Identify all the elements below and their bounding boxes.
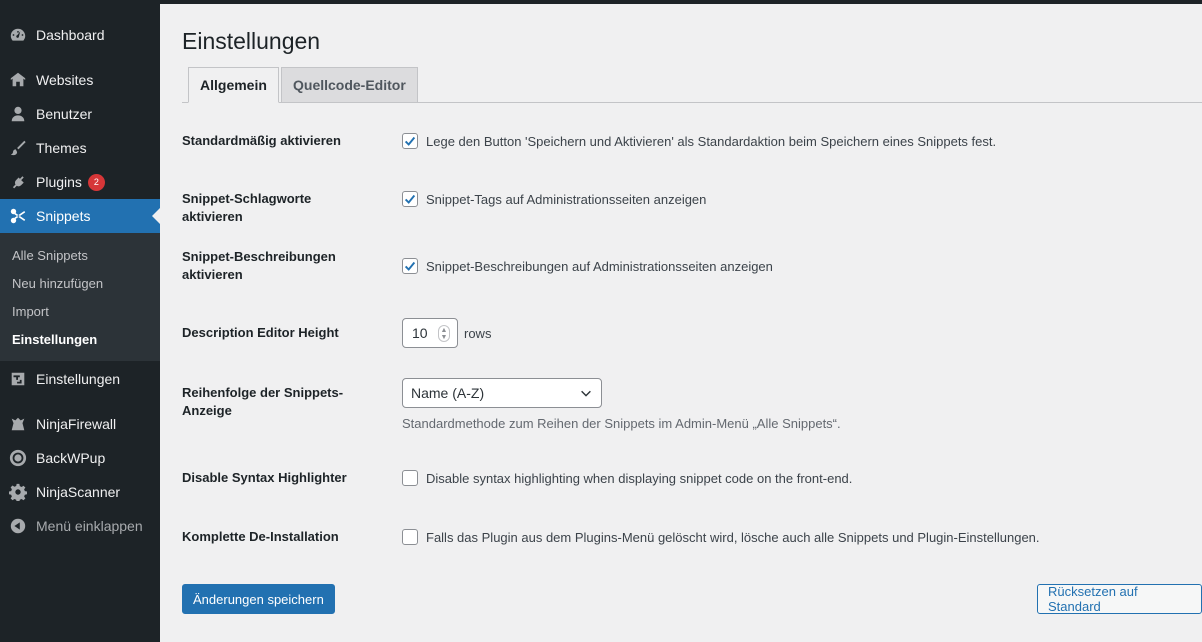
dashboard-icon bbox=[0, 26, 36, 44]
sidebar-item-label: Benutzer bbox=[36, 106, 93, 122]
sidebar-item-label: BackWPup bbox=[36, 450, 106, 466]
collapse-icon bbox=[0, 517, 36, 535]
sidebar-item-label: Plugins bbox=[36, 174, 82, 190]
sidebar-item-label: NinjaFirewall bbox=[36, 416, 117, 432]
field-activate-default: Lege den Button 'Speichern und Aktiviere… bbox=[402, 133, 996, 149]
activate-default-text: Lege den Button 'Speichern und Aktiviere… bbox=[426, 133, 997, 149]
sidebar-item-label: Dashboard bbox=[36, 27, 105, 43]
label-tags: Snippet-Schlagworte aktivieren bbox=[182, 191, 312, 224]
save-button[interactable]: Änderungen speichern bbox=[182, 584, 335, 614]
number-spinner-icon[interactable]: ▲ ▼ bbox=[438, 325, 450, 342]
checkmark-icon bbox=[404, 136, 416, 146]
field-uninstall: Falls das Plugin aus dem Plugins-Menü ge… bbox=[402, 529, 1040, 545]
field-syntax: Disable syntax highlighting when display… bbox=[402, 470, 852, 486]
update-count-badge: 2 bbox=[87, 173, 105, 191]
submenu-item-all-snippets[interactable]: Alle Snippets bbox=[12, 248, 88, 263]
activate-default-checkbox[interactable] bbox=[402, 133, 418, 149]
field-order: Name (A-Z) bbox=[402, 378, 602, 408]
sidebar-item-themes[interactable]: Themes bbox=[0, 131, 160, 165]
gear-icon bbox=[0, 483, 36, 501]
label-order: Reihenfolge der Snippets- Anzeige bbox=[182, 384, 372, 420]
scissors-icon bbox=[0, 207, 36, 225]
label-descriptions-line1: Snippet-Beschreibungen bbox=[182, 249, 336, 264]
label-descriptions: Snippet-Beschreibungen aktivieren bbox=[182, 248, 372, 284]
order-description: Standardmethode zum Reihen der Snippets … bbox=[402, 416, 841, 431]
sidebar-item-label: NinjaScanner bbox=[36, 484, 121, 500]
admin-sidebar: Dashboard Websites Benutzer Themes Plugi… bbox=[0, 0, 160, 642]
field-tags: Snippet-Tags auf Administrationsseiten a… bbox=[402, 191, 706, 207]
submenu-item-settings[interactable]: Einstellungen bbox=[12, 332, 97, 347]
label-uninstall: Komplette De-Installation bbox=[182, 529, 339, 544]
main-content: Einstellungen Allgemein Quellcode-Editor… bbox=[160, 4, 1202, 642]
tab-quellcode-editor[interactable]: Quellcode-Editor bbox=[281, 67, 418, 103]
checkmark-icon bbox=[404, 194, 416, 204]
sidebar-item-label: Themes bbox=[36, 140, 87, 156]
order-selected-value: Name (A-Z) bbox=[411, 385, 485, 401]
label-editor-height: Description Editor Height bbox=[182, 325, 339, 340]
settings-icon bbox=[0, 370, 36, 388]
syntax-text: Disable syntax highlighting when display… bbox=[426, 470, 853, 486]
websites-icon bbox=[0, 71, 36, 89]
editor-height-value: 10 bbox=[412, 325, 428, 341]
label-activate-default: Standardmäßig aktivieren bbox=[182, 133, 341, 148]
field-editor-height: 10 ▲ ▼ rows bbox=[402, 318, 491, 348]
editor-height-input[interactable]: 10 ▲ ▼ bbox=[402, 318, 458, 348]
snippets-submenu: Alle Snippets Neu hinzufügen Import Eins… bbox=[0, 233, 160, 361]
submenu-item-import[interactable]: Import bbox=[12, 304, 49, 319]
submenu-item-add-new[interactable]: Neu hinzufügen bbox=[12, 276, 103, 291]
tags-text: Snippet-Tags auf Administrationsseiten a… bbox=[426, 191, 707, 207]
checkmark-icon bbox=[404, 261, 416, 271]
reset-button[interactable]: Rücksetzen auf Standard bbox=[1037, 584, 1202, 614]
collapse-menu-button[interactable]: Menü einklappen bbox=[0, 509, 160, 543]
sidebar-item-benutzer[interactable]: Benutzer bbox=[0, 97, 160, 131]
chevron-down-icon bbox=[581, 390, 591, 397]
sidebar-item-plugins[interactable]: Plugins 2 bbox=[0, 165, 160, 199]
uninstall-checkbox[interactable] bbox=[402, 529, 418, 545]
sidebar-item-label: Einstellungen bbox=[36, 371, 121, 387]
user-icon bbox=[0, 105, 36, 123]
sidebar-item-snippets[interactable]: Snippets bbox=[0, 199, 160, 233]
tab-allgemein[interactable]: Allgemein bbox=[188, 67, 279, 103]
sidebar-item-ninjafirewall[interactable]: NinjaFirewall bbox=[0, 407, 160, 441]
sidebar-item-backwpup[interactable]: BackWPup bbox=[0, 441, 160, 475]
field-descriptions: Snippet-Beschreibungen auf Administratio… bbox=[402, 258, 773, 274]
page-title: Einstellungen bbox=[182, 28, 321, 54]
order-select[interactable]: Name (A-Z) bbox=[402, 378, 602, 408]
label-syntax: Disable Syntax Highlighter bbox=[182, 470, 347, 485]
backup-icon bbox=[0, 449, 36, 467]
descriptions-checkbox[interactable] bbox=[402, 258, 418, 274]
sidebar-item-einstellungen[interactable]: Einstellungen bbox=[0, 362, 160, 396]
ninja-icon bbox=[0, 415, 36, 433]
syntax-checkbox[interactable] bbox=[402, 470, 418, 486]
label-order-line1: Reihenfolge der Snippets- bbox=[182, 385, 344, 400]
label-order-line2: Anzeige bbox=[182, 403, 232, 418]
plugin-icon bbox=[0, 173, 36, 191]
sidebar-item-websites[interactable]: Websites bbox=[0, 63, 160, 97]
sidebar-item-ninjascanner[interactable]: NinjaScanner bbox=[0, 475, 160, 509]
tags-checkbox[interactable] bbox=[402, 191, 418, 207]
descriptions-text: Snippet-Beschreibungen auf Administratio… bbox=[426, 258, 773, 274]
sidebar-item-label: Snippets bbox=[36, 208, 91, 224]
paintbrush-icon bbox=[0, 139, 36, 157]
editor-height-unit: rows bbox=[464, 325, 492, 341]
sidebar-item-label: Menü einklappen bbox=[36, 518, 143, 534]
sidebar-item-dashboard[interactable]: Dashboard bbox=[0, 18, 160, 52]
uninstall-text: Falls das Plugin aus dem Plugins-Menü ge… bbox=[426, 529, 1040, 545]
sidebar-item-label: Websites bbox=[36, 72, 94, 88]
label-descriptions-line2: aktivieren bbox=[182, 267, 243, 282]
